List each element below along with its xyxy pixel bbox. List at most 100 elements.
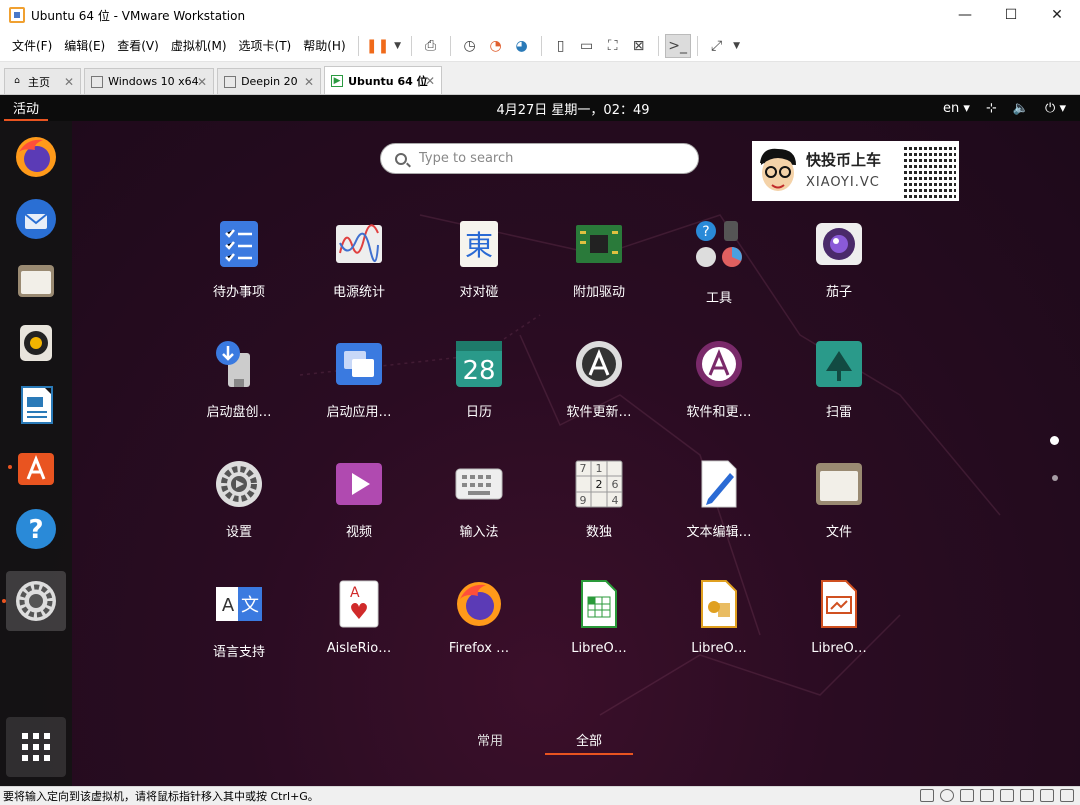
watermark-domain: XIAOYI.VC <box>806 175 880 190</box>
window-title: Ubuntu 64 位 - VMware Workstation <box>31 8 246 23</box>
fullscreen-icon[interactable]: ⛶ <box>600 34 626 58</box>
unity-mode-icon[interactable]: ⊠ <box>626 34 652 58</box>
floppy-icon[interactable] <box>960 789 974 802</box>
minimize-button[interactable]: — <box>942 0 988 30</box>
app-launcher[interactable]: 软件更新… <box>539 339 659 449</box>
calendar-icon: 28 <box>454 339 504 389</box>
pause-icon[interactable]: ❚❚ <box>365 34 391 58</box>
close-button[interactable]: ✕ <box>1034 0 1080 30</box>
display-icon[interactable] <box>1060 789 1074 802</box>
app-launcher[interactable]: Firefox … <box>419 579 539 689</box>
tab-label: Ubuntu 64 位 <box>348 74 428 88</box>
svg-text:A: A <box>350 585 360 601</box>
page-indicator-active[interactable] <box>1050 436 1059 445</box>
maximize-button[interactable]: ☐ <box>988 0 1034 30</box>
app-launcher[interactable]: 7 1 2 6 9 4 数独 <box>539 459 659 569</box>
chevron-down-icon[interactable]: ▼ <box>391 34 405 58</box>
search-input[interactable]: Type to search <box>380 143 699 174</box>
dock-thunderbird[interactable] <box>6 189 66 249</box>
menu-edit[interactable]: 编辑(E) <box>58 37 111 54</box>
app-launcher[interactable]: 28 日历 <box>419 339 539 449</box>
libreoffice-draw-icon <box>694 579 744 629</box>
dock-libreoffice-writer[interactable] <box>6 375 66 435</box>
close-icon[interactable]: ✕ <box>304 75 314 89</box>
videos-icon <box>334 459 384 509</box>
cdrom-icon[interactable] <box>940 789 954 802</box>
dock-firefox[interactable] <box>6 127 66 187</box>
sound-card-icon[interactable] <box>1020 789 1034 802</box>
app-label: 输入法 <box>459 525 499 540</box>
printer-icon[interactable] <box>1040 789 1054 802</box>
app-launcher[interactable]: LibreO… <box>539 579 659 689</box>
vm-console[interactable]: 活动 4月27日 星期一，02：49 en ▾ ⊹ 🔈 ⏻ ▾ ? Type t… <box>0 95 1080 786</box>
menu-vm[interactable]: 虚拟机(M) <box>165 37 233 54</box>
app-launcher[interactable]: 视频 <box>299 459 419 569</box>
chevron-down-icon[interactable]: ▼ <box>730 34 744 58</box>
dock-software[interactable] <box>6 437 66 497</box>
app-launcher[interactable]: 输入法 <box>419 459 539 569</box>
svg-text:?: ? <box>28 515 43 545</box>
dock-settings[interactable] <box>2 571 66 631</box>
app-launcher[interactable]: 软件和更… <box>659 339 779 449</box>
app-launcher[interactable]: 启动应用… <box>299 339 419 449</box>
vm-icon <box>224 75 237 88</box>
app-launcher[interactable]: 文本编辑… <box>659 459 779 569</box>
volume-icon[interactable]: 🔈 <box>1013 101 1029 116</box>
tab-home[interactable]: ⌂ 主页 ✕ <box>4 68 82 94</box>
network-icon[interactable]: ⊹ <box>986 101 997 116</box>
thumbnail-bar-icon[interactable]: ▭ <box>574 34 600 58</box>
input-source-menu[interactable]: en ▾ <box>943 101 970 116</box>
hard-disk-icon[interactable] <box>920 789 934 802</box>
tools-folder-icon: ? <box>694 219 744 269</box>
snapshot-icon[interactable]: ◷ <box>457 34 483 58</box>
app-launcher[interactable]: 设置 <box>179 459 299 569</box>
app-launcher[interactable]: 東对对碰 <box>419 219 539 329</box>
tab-ubuntu[interactable]: ▶ Ubuntu 64 位 ✕ <box>324 66 443 94</box>
dock-rhythmbox[interactable] <box>6 313 66 373</box>
menu-help[interactable]: 帮助(H) <box>297 37 351 54</box>
tab-windows10[interactable]: Windows 10 x64 ✕ <box>84 68 215 94</box>
network-adapter-icon[interactable] <box>980 789 994 802</box>
close-icon[interactable]: ✕ <box>197 75 207 89</box>
console-view-icon[interactable]: >_ <box>664 33 691 58</box>
app-launcher[interactable]: ? 工具 <box>659 219 779 329</box>
menu-view[interactable]: 查看(V) <box>111 37 165 54</box>
menu-file[interactable]: 文件(F) <box>6 37 58 54</box>
app-label: 软件和更… <box>686 405 752 420</box>
clock[interactable]: 4月27日 星期一，02：49 <box>0 99 1080 118</box>
snapshot-manager-icon[interactable]: ◕ <box>509 34 535 58</box>
send-ctrl-alt-del-icon[interactable]: ⎙ <box>418 34 444 58</box>
app-launcher[interactable]: 电源统计 <box>299 219 419 329</box>
tab-frequent[interactable]: 常用 <box>460 730 520 749</box>
app-launcher[interactable]: LibreO… <box>659 579 779 689</box>
running-indicator <box>8 465 12 469</box>
search-placeholder: Type to search <box>419 151 514 166</box>
app-launcher[interactable]: 附加驱动 <box>539 219 659 329</box>
app-launcher[interactable]: 文件 <box>779 459 899 569</box>
svg-text:?: ? <box>702 224 709 240</box>
page-indicator[interactable] <box>1052 475 1058 481</box>
sidebar-toggle-icon[interactable]: ▯ <box>548 34 574 58</box>
tab-deepin[interactable]: Deepin 20 ✕ <box>217 68 322 94</box>
app-launcher[interactable]: 待办事项 <box>179 219 299 329</box>
close-icon[interactable]: ✕ <box>425 74 435 88</box>
app-launcher[interactable]: LibreO… <box>779 579 899 689</box>
power-icon[interactable]: ⏻ ▾ <box>1045 101 1066 116</box>
tab-all[interactable]: 全部 <box>545 730 633 755</box>
app-launcher[interactable]: 启动盘创… <box>179 339 299 449</box>
dock-files[interactable] <box>6 251 66 311</box>
dock-help[interactable]: ? <box>6 499 66 559</box>
firefox-icon <box>16 137 56 177</box>
stretch-view-icon[interactable]: ⤢ <box>704 34 730 58</box>
app-launcher[interactable]: 扫雷 <box>779 339 899 449</box>
app-launcher[interactable]: 茄子 <box>779 219 899 329</box>
usb-icon[interactable] <box>1000 789 1014 802</box>
menu-tabs[interactable]: 选项卡(T) <box>233 37 298 54</box>
close-icon[interactable]: ✕ <box>64 75 74 89</box>
app-launcher[interactable]: A 文语言支持 <box>179 579 299 689</box>
tab-label: Deepin 20 <box>241 75 298 88</box>
cartoon-face-logo <box>760 148 796 191</box>
app-launcher[interactable]: A ♥ AisleRio… <box>299 579 419 689</box>
revert-snapshot-icon[interactable]: ◔ <box>483 34 509 58</box>
app-label: AisleRio… <box>326 641 392 656</box>
